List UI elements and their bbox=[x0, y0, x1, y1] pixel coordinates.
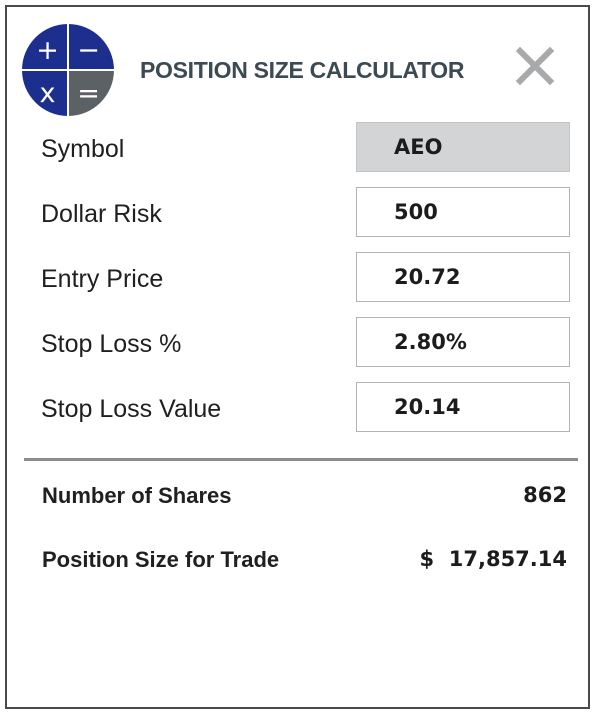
stop-loss-pct-input[interactable] bbox=[357, 318, 569, 366]
symbol-label: Symbol bbox=[41, 135, 125, 163]
position-size-value: $ 17,857.14 bbox=[419, 547, 567, 571]
calculator-logo-icon: + − x = bbox=[22, 24, 114, 116]
stop-loss-pct-field[interactable] bbox=[356, 317, 570, 367]
close-icon bbox=[515, 46, 555, 86]
entry-price-field[interactable] bbox=[356, 252, 570, 302]
dollar-risk-field[interactable] bbox=[356, 187, 570, 237]
close-button[interactable] bbox=[515, 46, 555, 86]
dollar-risk-label: Dollar Risk bbox=[41, 200, 162, 228]
equals-symbol: = bbox=[69, 71, 114, 116]
position-size-label: Position Size for Trade bbox=[42, 547, 280, 572]
symbol-field bbox=[356, 122, 570, 172]
shares-label: Number of Shares bbox=[42, 483, 232, 508]
page-title: POSITION SIZE CALCULATOR bbox=[140, 57, 465, 83]
multiply-symbol: x bbox=[22, 71, 67, 116]
minus-symbol: − bbox=[69, 24, 114, 69]
stop-loss-value-input[interactable] bbox=[357, 383, 569, 431]
stop-loss-pct-label: Stop Loss % bbox=[41, 330, 182, 358]
entry-price-input[interactable] bbox=[357, 253, 569, 301]
shares-value: 862 bbox=[523, 483, 567, 507]
dollar-risk-input[interactable] bbox=[357, 188, 569, 236]
plus-symbol: + bbox=[22, 24, 67, 69]
section-divider bbox=[24, 458, 578, 461]
symbol-input bbox=[357, 123, 569, 171]
stop-loss-value-label: Stop Loss Value bbox=[41, 395, 222, 423]
entry-price-label: Entry Price bbox=[41, 265, 164, 293]
stop-loss-value-field[interactable] bbox=[356, 382, 570, 432]
